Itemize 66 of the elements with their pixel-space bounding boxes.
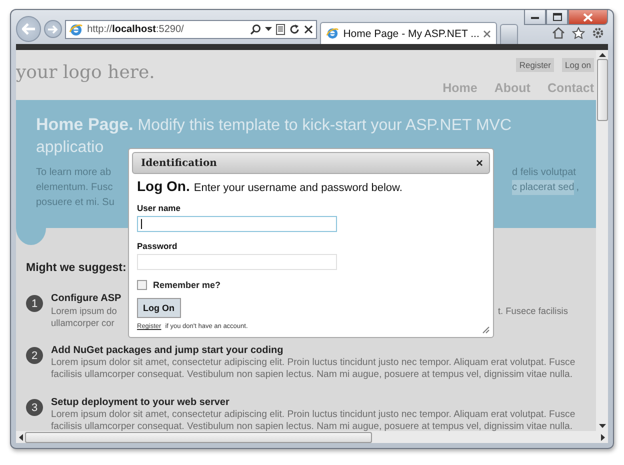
forward-button[interactable]	[44, 20, 62, 38]
hero-text: ,	[576, 181, 580, 195]
dialog-heading: Log On.	[137, 178, 190, 194]
browser-tab[interactable]: Home Page - My ASP.NET ...	[320, 22, 498, 44]
refresh-icon[interactable]	[289, 24, 300, 35]
step-title: Add NuGet packages and jump start your coding	[51, 344, 284, 357]
step-text: Lorem ipsum dolor sit amet, consectetur adipiscing elit. Proin luctus tincidunt justo nec tempor. Aliquam erat volutpat. Fusce facilisis ullamcorper consequat. Vestibulum non sapien lectus. Nam mi augue, posuere at tempus vel, dignissim vitae nulla.	[51, 409, 576, 431]
field-label: Password	[137, 241, 178, 251]
maximize-icon	[552, 13, 562, 21]
scroll-thumb[interactable]	[25, 432, 372, 442]
maximize-button[interactable]	[546, 10, 568, 25]
step-text: t. Fusece facilisis	[498, 305, 568, 317]
scroll-down-icon[interactable]	[598, 424, 606, 428]
step-number: 2	[26, 347, 43, 364]
close-icon[interactable]	[304, 25, 314, 34]
scroll-thumb[interactable]	[596, 59, 608, 121]
dialog-instruction: Enter your username and password below.	[194, 182, 402, 194]
minimize-icon	[531, 16, 539, 18]
hero-text: To learn more ab	[36, 166, 112, 180]
close-button[interactable]	[568, 10, 608, 25]
dropdown-icon[interactable]	[265, 27, 272, 32]
back-button[interactable]	[16, 16, 42, 42]
hero-text: d felis volutpat	[512, 166, 576, 180]
minimize-button[interactable]	[524, 10, 546, 25]
log-on-button[interactable]: Log On	[137, 298, 180, 318]
hero-text: c placerat sed	[512, 180, 574, 195]
right-arrow-icon	[48, 24, 58, 34]
hero-title: applicatio	[36, 138, 105, 158]
step-text: Lorem ipsum do	[51, 305, 117, 317]
vertical-scrollbar[interactable]	[596, 50, 608, 431]
checkbox-label: Remember me?	[153, 280, 221, 290]
input-field[interactable]	[137, 216, 337, 232]
hero-title: Home Page. Modify this template to kick-start your ASP.NET MVC	[36, 114, 513, 136]
header-link[interactable]: Log on	[562, 58, 594, 72]
scroll-left-icon[interactable]	[19, 434, 23, 440]
resize-grip-icon[interactable]	[482, 326, 490, 334]
section-heading: Might we suggest:	[26, 262, 126, 274]
dialog-title: Identification	[141, 158, 217, 168]
hero-text: posuere et mi. Su	[36, 196, 114, 210]
field-label: User name	[137, 203, 182, 213]
address-bar[interactable]: http://localhost:5290/	[65, 20, 318, 39]
close-button[interactable]: ×	[476, 157, 483, 169]
step-text: ullamcorper cor	[51, 317, 116, 329]
scroll-up-icon[interactable]	[598, 53, 606, 57]
horizontal-scrollbar[interactable]	[16, 431, 608, 443]
hero-text: elementum. Fusc	[36, 181, 114, 195]
globe-e-icon	[69, 22, 84, 36]
header-link[interactable]: Register	[516, 58, 554, 72]
home-icon[interactable]	[552, 27, 565, 39]
search-icon[interactable]	[250, 24, 262, 35]
globe-e-icon	[326, 27, 340, 40]
star-icon[interactable]	[572, 27, 585, 39]
step-number: 1	[26, 295, 43, 312]
scroll-right-icon[interactable]	[601, 434, 605, 440]
settings-icon[interactable]	[592, 27, 604, 39]
input-field[interactable]	[137, 254, 337, 270]
step-number: 3	[26, 399, 43, 416]
step-text: Lorem ipsum dolor sit amet, consectetur adipiscing elit. Proin luctus tincidunt justo nec tempor. Aliquam erat volutpat. Fusce facilisis ullamcorper consequat. Vestibulum non sapien lectus. Nam mi augue, posuere at tempus vel, dignissim vitae nulla.	[51, 357, 576, 381]
step-title: Configure ASP	[51, 292, 122, 305]
close-icon	[583, 12, 593, 22]
step-title: Setup deployment to your web server	[51, 396, 230, 409]
page-icon[interactable]	[276, 24, 286, 35]
site-logo[interactable]: your logo here.	[16, 62, 155, 83]
checkbox[interactable]	[137, 280, 147, 290]
address-text: http://localhost:5290/	[87, 24, 184, 35]
left-arrow-icon	[22, 23, 36, 35]
